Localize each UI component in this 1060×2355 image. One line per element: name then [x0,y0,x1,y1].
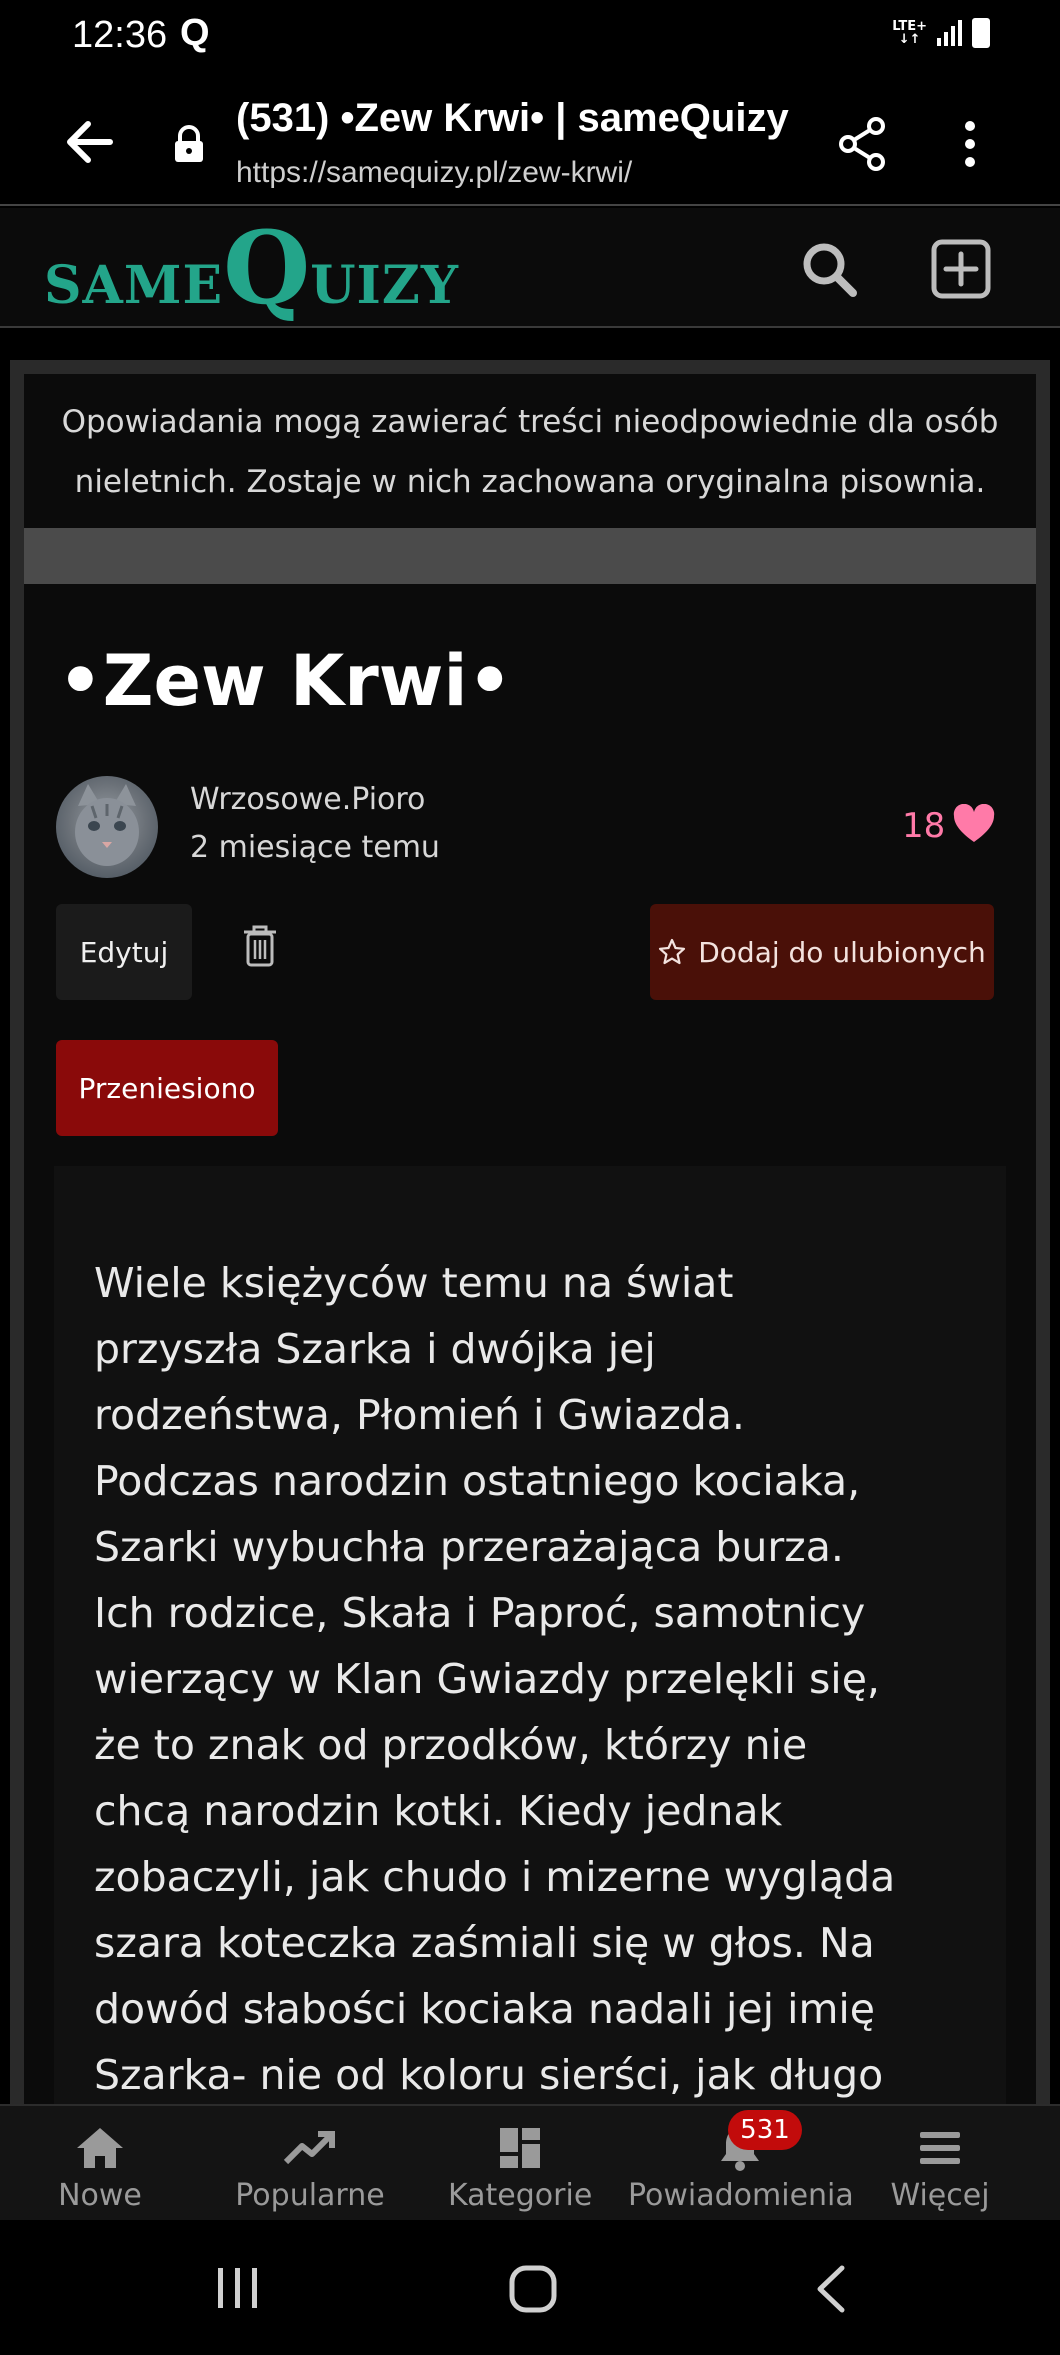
add-to-favorites-label: Dodaj do ulubionych [698,935,986,969]
menu-icon [920,2132,960,2164]
divider-bar [24,528,1036,584]
site-header: SAMEQUIZY [0,208,1060,328]
publish-time: 2 miesiące temu [190,830,440,865]
back-system-icon[interactable] [812,2264,848,2314]
home-icon [77,2128,123,2168]
nav-item-popularne[interactable]: Popularne [232,2124,388,2213]
system-navigation-bar [0,2222,1060,2355]
heart-icon[interactable] [952,804,996,844]
back-arrow-icon[interactable] [60,112,120,172]
categories-icon [500,2128,540,2168]
nav-label: Powiadomienia [628,2178,854,2213]
more-options-icon[interactable] [954,116,986,172]
add-quiz-icon[interactable] [930,238,992,300]
browser-toolbar: (531) •Zew Krwi• | sameQuizy https://sam… [0,72,1060,206]
signal-icon [937,20,962,46]
nav-label: Popularne [235,2178,385,2213]
status-indicators: LTE+ ↓↑ [892,18,990,48]
nav-item-wiecej[interactable]: Więcej [888,2124,992,2213]
recent-apps-icon[interactable] [214,2266,262,2310]
nav-item-kategorie[interactable]: Kategorie [448,2124,592,2213]
search-icon[interactable] [798,238,860,300]
moved-button[interactable]: Przeniesiono [56,1040,278,1136]
story-text: Wiele księżyców temu na świat przyszła S… [94,1259,896,2099]
status-bar: 12:36 Q LTE+ ↓↑ [0,0,1060,72]
star-icon [659,938,686,965]
network-indicator: LTE+ ↓↑ [892,19,927,47]
notification-badge: 531 [728,2110,802,2150]
trending-icon [283,2131,335,2165]
trash-icon[interactable] [240,924,280,968]
likes-count: 18 [902,806,946,846]
battery-icon [972,18,990,48]
content-warning: Opowiadania mogą zawierać treści nieodpo… [61,404,999,500]
author-name[interactable]: Wrzosowe.Pioro [190,782,425,817]
url-bar[interactable]: https://samequizy.pl/zew-krwi/ [236,156,632,190]
site-logo[interactable]: SAMEQUIZY [44,218,459,318]
page-title: (531) •Zew Krwi• | sameQuizy [236,96,789,140]
nav-label: Nowe [58,2178,142,2213]
cat-avatar-icon [75,784,139,866]
share-icon[interactable] [836,116,888,172]
home-system-icon[interactable] [508,2264,558,2314]
status-time: 12:36 [72,14,168,56]
edit-button[interactable]: Edytuj [56,904,192,1000]
lock-icon[interactable] [172,124,206,164]
nav-label: Kategorie [448,2178,593,2213]
nav-label: Więcej [890,2178,990,2213]
notification-icon: Q [180,12,210,54]
add-to-favorites-button[interactable]: Dodaj do ulubionych [650,904,994,1000]
nav-item-nowe[interactable]: Nowe [58,2124,142,2213]
bottom-navigation: Nowe Popularne Kategorie Powiadomienia 5… [0,2104,1060,2220]
avatar[interactable] [56,776,158,878]
story-title: •Zew Krwi• [58,640,513,722]
